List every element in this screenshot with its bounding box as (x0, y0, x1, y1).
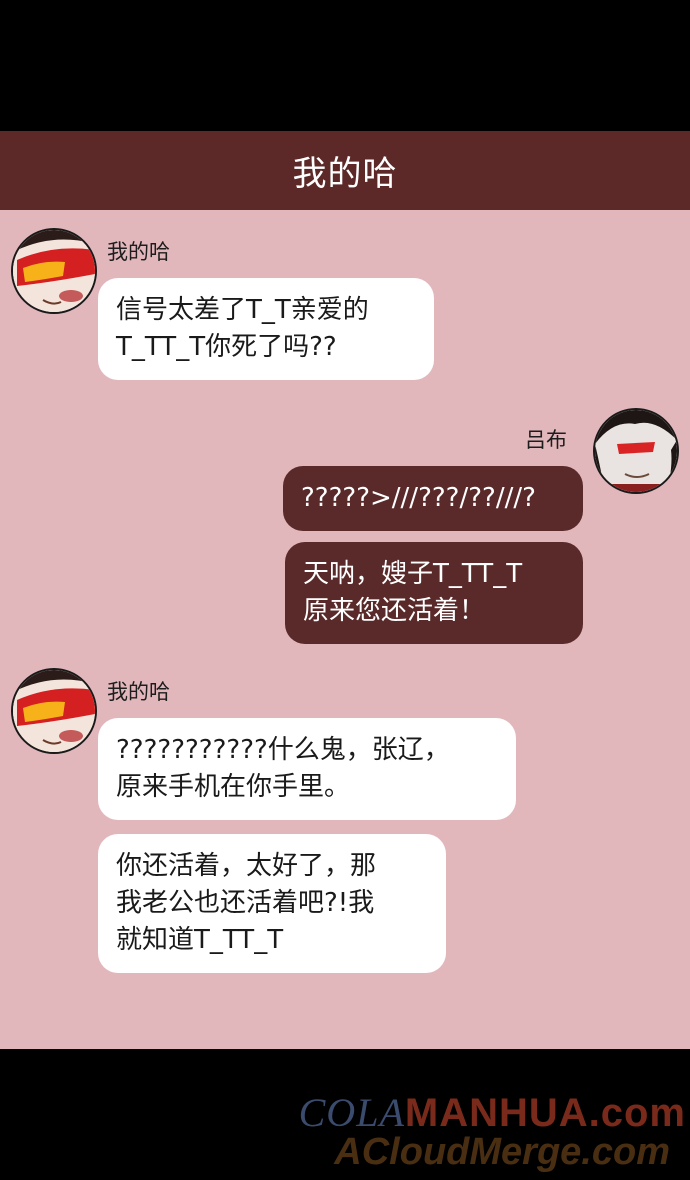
woman-red-goggles-avatar-icon[interactable] (11, 668, 97, 754)
message-bubble-incoming[interactable]: 信号太差了T_T亲爱的 T_TT_T你死了吗?? (98, 278, 434, 380)
woman-red-goggles-avatar-icon[interactable] (11, 228, 97, 314)
man-red-sunglasses-avatar-icon[interactable] (593, 408, 679, 494)
chat-header: 我的哈 (0, 131, 690, 210)
message-bubble-incoming[interactable]: ???????????什么鬼，张辽， 原来手机在你手里。 (98, 718, 516, 820)
chat-title: 我的哈 (292, 154, 398, 194)
message-bubble-incoming[interactable]: 你还活着，太好了，那 我老公也还活着吧?!我 就知道T_TT_T (98, 834, 446, 973)
sender-name: 吕布 (525, 428, 567, 452)
watermark-line-2: ACloudMerge.com (334, 1131, 670, 1173)
message-bubble-outgoing[interactable]: ?????>///???/??///? (283, 466, 583, 531)
chat-area[interactable]: 我的哈 信号太差了T_T亲爱的 T_TT_T你死了吗?? 吕布 ?????>//… (0, 210, 690, 1049)
sender-name: 我的哈 (107, 240, 170, 264)
message-bubble-outgoing[interactable]: 天呐，嫂子T_TT_T 原来您还活着！ (285, 542, 583, 644)
watermark: COLAMANHUA.com ACloudMerge.com (0, 1049, 690, 1180)
sender-name: 我的哈 (107, 680, 170, 704)
watermark-line-1: COLAMANHUA.com (298, 1090, 686, 1135)
